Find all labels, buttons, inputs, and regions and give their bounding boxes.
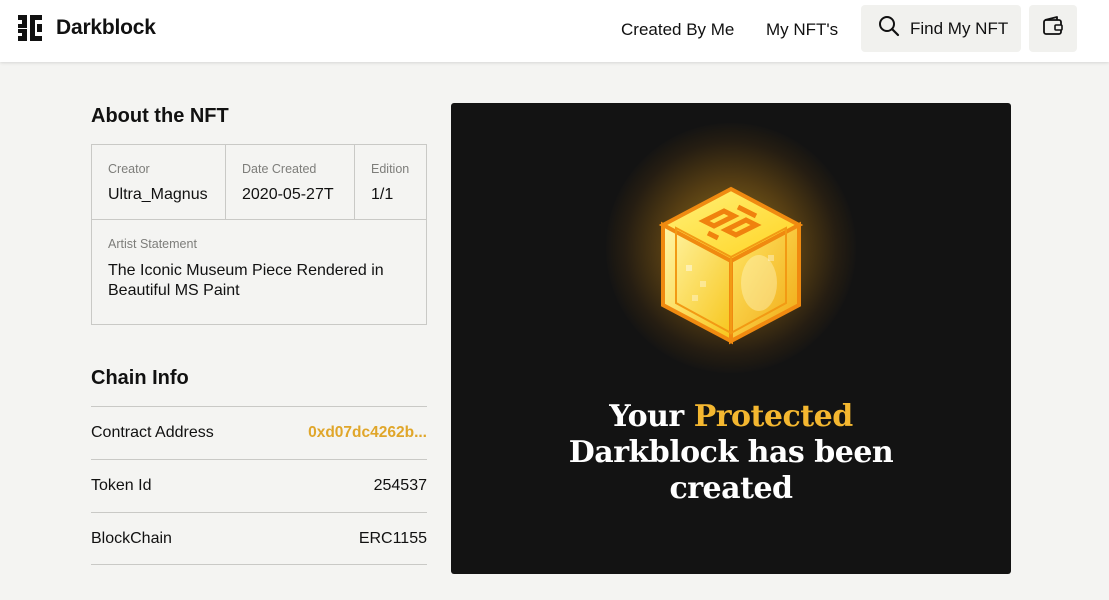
created-headline: Your Protected Darkblock has been create…	[451, 399, 1011, 507]
wallet-icon	[1042, 16, 1064, 41]
chain-row-token-id: Token Id 254537	[91, 459, 427, 512]
chain-row-value: ERC1155	[358, 529, 427, 547]
find-my-nft-button[interactable]: Find My NFT	[861, 5, 1021, 52]
chain-row-blockchain: BlockChain ERC1155	[91, 512, 427, 565]
brand-logo[interactable]: Darkblock	[18, 15, 156, 41]
nav-created-by-me[interactable]: Created By Me	[621, 20, 734, 40]
darkblock-logo-icon	[18, 15, 42, 41]
artist-statement-cell: Artist Statement The Iconic Museum Piece…	[92, 220, 426, 324]
nav-my-nfts[interactable]: My NFT's	[766, 20, 838, 40]
date-created-value: 2020-05-27T	[242, 186, 334, 203]
edition-label: Edition	[371, 162, 410, 176]
darkblock-cube-icon	[656, 185, 806, 350]
creator-value: Ultra_Magnus	[108, 186, 208, 203]
headline-line2: Darkblock has been	[568, 435, 894, 470]
find-my-nft-label: Find My NFT	[910, 18, 1009, 38]
creator-label: Creator	[108, 162, 150, 176]
edition-cell: Edition 1/1	[355, 145, 426, 220]
artist-statement-label: Artist Statement	[108, 237, 197, 251]
creator-cell: Creator Ultra_Magnus	[92, 145, 226, 220]
date-created-cell: Date Created 2020-05-27T	[226, 145, 355, 220]
wallet-button[interactable]	[1029, 5, 1077, 52]
date-created-label: Date Created	[242, 162, 317, 176]
headline-your: Your	[609, 399, 694, 434]
about-nft-box: Creator Ultra_Magnus Date Created 2020-0…	[91, 144, 427, 325]
top-nav-bar: Darkblock Created By Me My NFT's Find My…	[0, 0, 1109, 62]
chain-row-label: BlockChain	[91, 529, 172, 547]
edition-value: 1/1	[371, 186, 394, 203]
chain-row-value: 254537	[373, 477, 427, 494]
chain-row-contract-address: Contract Address 0xd07dc4262b...	[91, 406, 427, 459]
darkblock-preview-panel: Your Protected Darkblock has been create…	[451, 103, 1011, 574]
artist-statement-value: The Iconic Museum Piece Rendered in Beau…	[108, 262, 384, 299]
chain-info-title: Chain Info	[91, 367, 189, 389]
headline-line3: created	[669, 471, 793, 506]
headline-protected: Protected	[693, 399, 854, 434]
about-section-title: About the NFT	[91, 105, 229, 127]
search-icon	[878, 15, 900, 42]
brand-name: Darkblock	[56, 16, 156, 39]
chain-row-label: Token Id	[91, 477, 152, 494]
chain-row-label: Contract Address	[91, 424, 214, 441]
contract-address-link[interactable]: 0xd07dc4262b...	[308, 424, 427, 442]
